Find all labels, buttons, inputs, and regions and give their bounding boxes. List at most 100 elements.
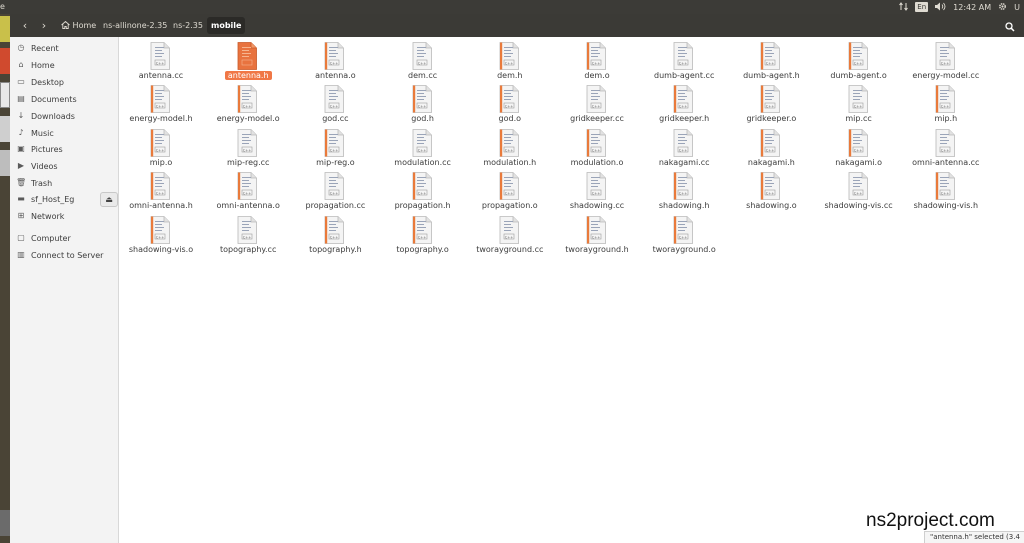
sidebar-item-sf-host-eg[interactable]: ▬ sf_Host_Eg [16, 192, 74, 206]
search-icon [1005, 17, 1015, 36]
file-item[interactable]: C++ omni-antenna.cc [903, 125, 989, 167]
file-item[interactable]: C++ dem.o [554, 38, 640, 80]
volume-icon[interactable] [935, 2, 946, 13]
file-item[interactable]: C++ shadowing.cc [554, 168, 640, 210]
file-item[interactable]: C++ omni-antenna.h [118, 168, 204, 210]
file-item[interactable]: C++ god.cc [292, 81, 378, 123]
sidebar-item-label: Desktop [31, 77, 64, 87]
file-item[interactable]: C++ mip-reg.o [292, 125, 378, 167]
sidebar-item-label: Music [31, 128, 54, 138]
file-item[interactable]: C++ shadowing.o [728, 168, 814, 210]
network-transfer-icon[interactable] [899, 1, 909, 13]
clock-text[interactable]: 12:42 AM [953, 3, 991, 12]
cpp-source-file-icon: C++ [150, 42, 170, 70]
launcher-item-dash[interactable] [0, 16, 10, 42]
sidebar-item-music[interactable]: ♪ Music [16, 126, 54, 140]
file-item[interactable]: C++ shadowing.h [641, 168, 727, 210]
file-item[interactable]: C++ mip-reg.cc [205, 125, 291, 167]
breadcrumb-ns-allinone[interactable]: ns-allinone-2.35 [99, 17, 171, 34]
file-item[interactable]: C++ dumb-agent.cc [641, 38, 727, 80]
file-item[interactable]: antenna.h [205, 38, 291, 80]
file-item[interactable]: C++ energy-model.cc [903, 38, 989, 80]
sidebar-item-trash[interactable]: 🗑 Trash [16, 176, 52, 190]
breadcrumb-ns-2-35[interactable]: ns-2.35 [169, 17, 207, 34]
network-icon: ⊞ [17, 211, 25, 220]
launcher-item-files[interactable] [0, 82, 10, 108]
svg-text:C++: C++ [853, 191, 862, 195]
launcher-item-app[interactable] [0, 116, 10, 142]
object-file-icon: C++ [237, 85, 258, 114]
app-menu-title[interactable]: e [0, 2, 5, 11]
cpp-header-file-icon: C++ [412, 85, 432, 114]
file-item[interactable]: C++ tworayground.cc [467, 212, 553, 254]
eject-button[interactable]: ⏏ [100, 192, 118, 207]
file-item[interactable]: C++ shadowing-vis.h [903, 168, 989, 210]
breadcrumb-home[interactable]: Home [57, 17, 100, 34]
file-item[interactable]: C++ dumb-agent.h [728, 38, 814, 80]
file-name-label: tworayground.h [565, 244, 629, 254]
documents-icon: ▤ [17, 94, 25, 103]
file-item[interactable]: C++ antenna.cc [118, 38, 204, 80]
file-item[interactable]: C++ gridkeeper.cc [554, 81, 640, 123]
user-menu-label[interactable]: U [1014, 3, 1020, 12]
launcher-item-app[interactable] [0, 48, 10, 74]
file-item[interactable]: C++ nakagami.cc [641, 125, 727, 167]
search-button[interactable] [1001, 17, 1019, 34]
file-item[interactable]: C++ nakagami.o [816, 125, 902, 167]
file-item[interactable]: C++ antenna.o [292, 38, 378, 80]
file-item[interactable]: C++ mip.o [118, 125, 204, 167]
file-item[interactable]: C++ modulation.h [467, 125, 553, 167]
sidebar-item-videos[interactable]: ▶ Videos [16, 159, 58, 173]
sidebar-item-computer[interactable]: ▢ Computer [16, 231, 71, 245]
sidebar-item-label: Connect to Server [31, 250, 104, 260]
launcher-item-trash[interactable] [0, 510, 10, 536]
file-item[interactable]: C++ dumb-agent.o [816, 38, 902, 80]
file-item[interactable]: C++ god.o [467, 81, 553, 123]
file-item[interactable]: C++ modulation.o [554, 125, 640, 167]
sidebar-item-downloads[interactable]: ↓ Downloads [16, 109, 75, 123]
file-name-label: modulation.h [483, 157, 537, 167]
breadcrumb-mobile[interactable]: mobile [207, 17, 246, 34]
sidebar-item-network[interactable]: ⊞ Network [16, 209, 65, 223]
settings-gear-icon[interactable] [998, 2, 1007, 13]
forward-button[interactable]: › [35, 17, 53, 34]
sidebar-item-documents[interactable]: ▤ Documents [16, 92, 76, 106]
file-item[interactable]: C++ gridkeeper.h [641, 81, 727, 123]
launcher-item-app[interactable] [0, 150, 10, 176]
file-name-label: gridkeeper.cc [570, 114, 624, 124]
sidebar-item-label: Videos [31, 161, 58, 171]
keyboard-layout-indicator[interactable]: En [915, 2, 929, 12]
file-name-label: energy-model.h [129, 114, 193, 124]
file-item[interactable]: C++ god.h [380, 81, 466, 123]
file-item[interactable]: C++ propagation.o [467, 168, 553, 210]
file-item[interactable]: C++ nakagami.h [728, 125, 814, 167]
file-item[interactable]: C++ topography.o [380, 212, 466, 254]
file-item[interactable]: C++ topography.cc [205, 212, 291, 254]
file-item[interactable]: C++ energy-model.o [205, 81, 291, 123]
file-item[interactable]: C++ mip.h [903, 81, 989, 123]
sidebar-item-home[interactable]: ⌂ Home [16, 58, 54, 72]
back-button[interactable]: ‹ [16, 17, 34, 34]
svg-text:C++: C++ [243, 235, 252, 239]
file-item[interactable]: C++ modulation.cc [380, 125, 466, 167]
file-item[interactable]: C++ mip.cc [816, 81, 902, 123]
desktop-icon: ▭ [17, 77, 25, 86]
file-item[interactable]: C++ propagation.cc [292, 168, 378, 210]
file-item[interactable]: C++ omni-antenna.o [205, 168, 291, 210]
sidebar-item-desktop[interactable]: ▭ Desktop [16, 75, 64, 89]
sidebar-item-connect-to-server[interactable]: ▥ Connect to Server [16, 248, 103, 262]
sidebar-item-recent[interactable]: ◷ Recent [16, 41, 59, 55]
file-item[interactable]: C++ propagation.h [380, 168, 466, 210]
file-item[interactable]: C++ topography.h [292, 212, 378, 254]
file-item[interactable]: C++ shadowing-vis.cc [816, 168, 902, 210]
downloads-icon: ↓ [17, 111, 25, 120]
file-item[interactable]: C++ dem.cc [380, 38, 466, 80]
file-item[interactable]: C++ tworayground.o [641, 212, 727, 254]
file-item[interactable]: C++ energy-model.h [118, 81, 204, 123]
file-item[interactable]: C++ shadowing-vis.o [118, 212, 204, 254]
file-item[interactable]: C++ gridkeeper.o [728, 81, 814, 123]
file-item[interactable]: C++ tworayground.h [554, 212, 640, 254]
file-item[interactable]: C++ dem.h [467, 38, 553, 80]
sidebar-item-pictures[interactable]: ▣ Pictures [16, 142, 62, 156]
svg-text:C++: C++ [156, 61, 165, 65]
